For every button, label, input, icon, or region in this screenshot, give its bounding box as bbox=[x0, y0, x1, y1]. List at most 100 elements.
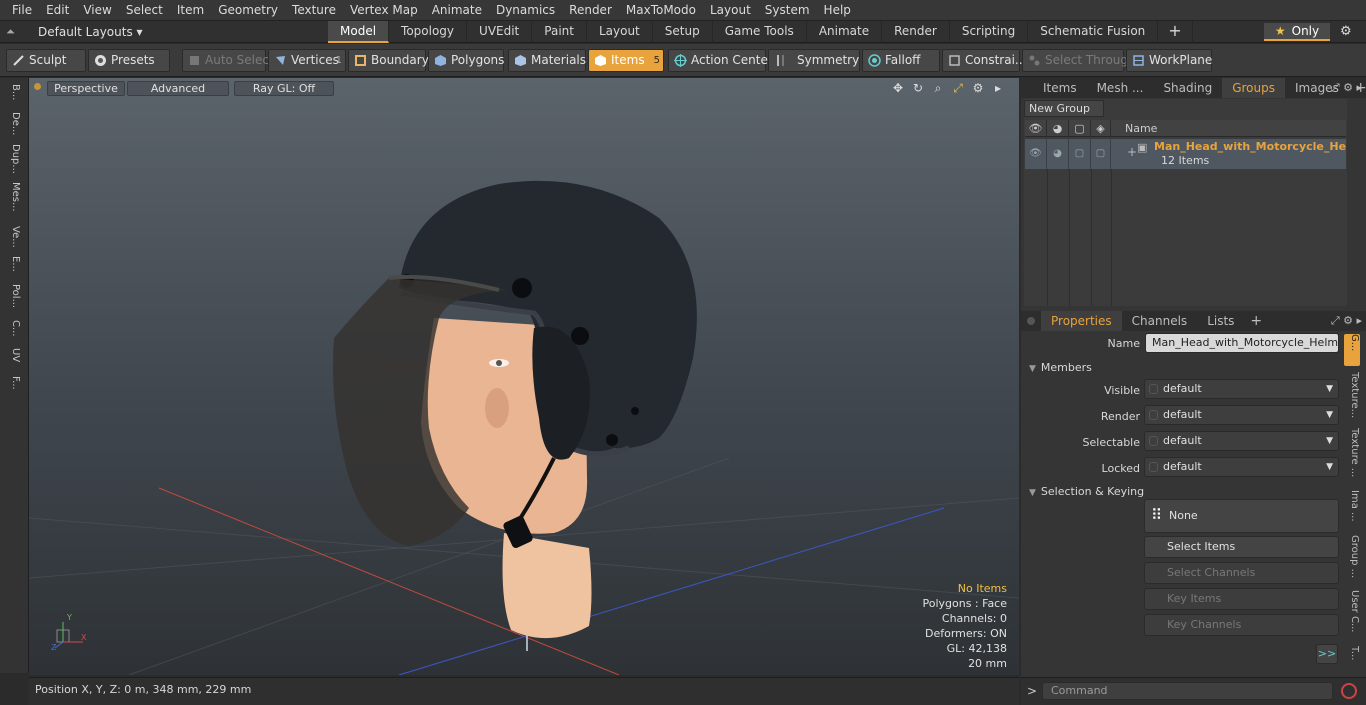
menu-help[interactable]: Help bbox=[817, 0, 858, 21]
side-tab-texture-1[interactable]: Texture... bbox=[1344, 372, 1360, 424]
left-tab-curve[interactable]: C... bbox=[5, 320, 21, 342]
left-tab-edge[interactable]: E... bbox=[5, 256, 21, 278]
tab-layout[interactable]: Layout bbox=[587, 21, 653, 43]
3d-viewport[interactable]: Y X Z Perspective Advanced Ray GL: Off ✥… bbox=[29, 78, 1019, 675]
menu-animate[interactable]: Animate bbox=[425, 0, 489, 21]
render-col-icon[interactable]: ◕ bbox=[1047, 120, 1069, 137]
polygons-button[interactable]: Polygons bbox=[428, 49, 504, 72]
side-tab-image[interactable]: Ima ... bbox=[1344, 490, 1360, 530]
menu-vertex-map[interactable]: Vertex Map bbox=[343, 0, 425, 21]
menu-dynamics[interactable]: Dynamics bbox=[489, 0, 562, 21]
select-col-icon[interactable]: ◈ bbox=[1091, 120, 1111, 137]
menu-texture[interactable]: Texture bbox=[285, 0, 343, 21]
tab-scripting[interactable]: Scripting bbox=[950, 21, 1029, 43]
name-field[interactable]: Man_Head_with_Motorcycle_Helmet ( bbox=[1145, 333, 1339, 353]
selection-keying-section[interactable]: ▼ Selection & Keying bbox=[1029, 485, 1144, 498]
tab-game-tools[interactable]: Game Tools bbox=[713, 21, 807, 43]
left-tab-basic[interactable]: B... bbox=[5, 84, 21, 106]
layout-collapse-icon[interactable]: ⏶ bbox=[6, 25, 20, 39]
command-input[interactable]: Command bbox=[1042, 682, 1333, 700]
perspective-button[interactable]: Perspective bbox=[47, 81, 125, 96]
props-controls-icon[interactable]: ⤢ ⚙ ▸ bbox=[1331, 314, 1362, 328]
menu-maxtomodo[interactable]: MaxToModo bbox=[619, 0, 703, 21]
expand-arrow-icon[interactable]: ▸ bbox=[991, 81, 1005, 95]
key-items-button[interactable]: Key Items bbox=[1144, 588, 1339, 610]
add-tab-button[interactable]: + bbox=[1158, 21, 1193, 43]
layout-selector[interactable]: Default Layouts ▾ bbox=[30, 23, 151, 41]
menu-view[interactable]: View bbox=[76, 0, 118, 21]
side-tab-group[interactable]: G... bbox=[1344, 334, 1360, 366]
tab-model[interactable]: Model bbox=[328, 21, 390, 43]
props-menu-icon[interactable] bbox=[1027, 317, 1035, 325]
rotate-icon[interactable]: ↻ bbox=[911, 81, 925, 95]
menu-select[interactable]: Select bbox=[119, 0, 170, 21]
tab-items[interactable]: Items bbox=[1033, 78, 1087, 98]
only-button[interactable]: ★ Only bbox=[1264, 23, 1330, 41]
menu-geometry[interactable]: Geometry bbox=[211, 0, 285, 21]
vertices-button[interactable]: Vertices 1 bbox=[268, 49, 346, 72]
tab-paint[interactable]: Paint bbox=[532, 21, 587, 43]
menu-edit[interactable]: Edit bbox=[39, 0, 76, 21]
row-lock-icon[interactable]: ▢ bbox=[1069, 139, 1091, 169]
group-row[interactable]: 👁 ◕ ▢ ▢ + ▣ Man_Head_with_Motorcycle_Hel… bbox=[1025, 139, 1346, 169]
tab-properties[interactable]: Properties bbox=[1041, 311, 1122, 331]
visibility-col-icon[interactable]: 👁 bbox=[1025, 120, 1047, 137]
row-select-icon[interactable]: ▢ bbox=[1091, 139, 1111, 169]
record-icon[interactable] bbox=[1341, 683, 1357, 699]
row-visibility-icon[interactable]: 👁 bbox=[1025, 139, 1047, 169]
tab-schematic-fusion[interactable]: Schematic Fusion bbox=[1028, 21, 1159, 43]
side-tab-texture-2[interactable]: Texture ... bbox=[1344, 428, 1360, 484]
none-button[interactable]: ⠿ None bbox=[1144, 499, 1339, 533]
constraints-button[interactable]: Constrai... bbox=[942, 49, 1026, 72]
tab-shading[interactable]: Shading bbox=[1153, 78, 1222, 98]
more-button[interactable]: >> bbox=[1316, 644, 1338, 664]
tab-animate[interactable]: Animate bbox=[807, 21, 883, 43]
key-channels-button[interactable]: Key Channels bbox=[1144, 614, 1339, 636]
left-tab-uv[interactable]: UV bbox=[5, 348, 21, 370]
select-through-button[interactable]: Select Through bbox=[1022, 49, 1136, 72]
selectable-dropdown[interactable]: default ▼ bbox=[1144, 431, 1339, 451]
new-group-button[interactable]: New Group bbox=[1024, 100, 1104, 117]
pan-icon[interactable]: ✥ bbox=[891, 81, 905, 95]
sculpt-button[interactable]: Sculpt bbox=[6, 49, 86, 72]
menu-system[interactable]: System bbox=[758, 0, 817, 21]
side-tab-group-2[interactable]: Group ... bbox=[1344, 535, 1360, 585]
menu-file[interactable]: File bbox=[4, 0, 39, 21]
auto-select-button[interactable]: Auto Select bbox=[182, 49, 274, 72]
advanced-button[interactable]: Advanced bbox=[127, 81, 229, 96]
panel-controls-icon[interactable]: ⤢ ⚙ ▸ bbox=[1331, 81, 1362, 95]
locked-dropdown[interactable]: default ▼ bbox=[1144, 457, 1339, 477]
render-dropdown[interactable]: default ▼ bbox=[1144, 405, 1339, 425]
add-props-tab-button[interactable]: + bbox=[1244, 311, 1268, 331]
viewport-menu-icon[interactable] bbox=[34, 83, 41, 90]
left-tab-vertex[interactable]: Ve... bbox=[5, 226, 21, 250]
zoom-icon[interactable]: ⌕ bbox=[931, 81, 945, 95]
tab-groups[interactable]: Groups bbox=[1222, 78, 1285, 98]
tab-mesh[interactable]: Mesh ... bbox=[1087, 78, 1154, 98]
symmetry-button[interactable]: Symmetry bbox=[768, 49, 860, 72]
side-tab-t[interactable]: T... bbox=[1344, 646, 1360, 670]
side-tab-user-channels[interactable]: User C... bbox=[1344, 590, 1360, 642]
viewport-gear-icon[interactable]: ⚙ bbox=[971, 81, 985, 95]
select-channels-button[interactable]: Select Channels bbox=[1144, 562, 1339, 584]
raygl-button[interactable]: Ray GL: Off bbox=[234, 81, 334, 96]
tab-uvedit[interactable]: UVEdit bbox=[467, 21, 533, 43]
tab-render[interactable]: Render bbox=[882, 21, 950, 43]
left-tab-fusion[interactable]: F... bbox=[5, 376, 21, 402]
name-column-header[interactable]: Name bbox=[1111, 120, 1346, 137]
left-tab-polygon[interactable]: Pol... bbox=[5, 284, 21, 314]
workplane-button[interactable]: WorkPlane bbox=[1126, 49, 1212, 72]
members-section[interactable]: ▼ Members bbox=[1029, 361, 1092, 374]
left-tab-deform[interactable]: De... bbox=[5, 112, 21, 138]
select-items-button[interactable]: Select Items bbox=[1144, 536, 1339, 558]
menu-item[interactable]: Item bbox=[170, 0, 211, 21]
row-render-icon[interactable]: ◕ bbox=[1047, 139, 1069, 169]
tab-topology[interactable]: Topology bbox=[389, 21, 468, 43]
fit-icon[interactable]: ⤢ bbox=[951, 81, 965, 95]
presets-button[interactable]: Presets bbox=[88, 49, 170, 72]
items-button[interactable]: Items 5 bbox=[588, 49, 664, 72]
action-center-button[interactable]: Action Center bbox=[668, 49, 773, 72]
menu-layout[interactable]: Layout bbox=[703, 0, 758, 21]
expand-group-icon[interactable]: + bbox=[1127, 145, 1137, 159]
materials-button[interactable]: Materials bbox=[508, 49, 586, 72]
